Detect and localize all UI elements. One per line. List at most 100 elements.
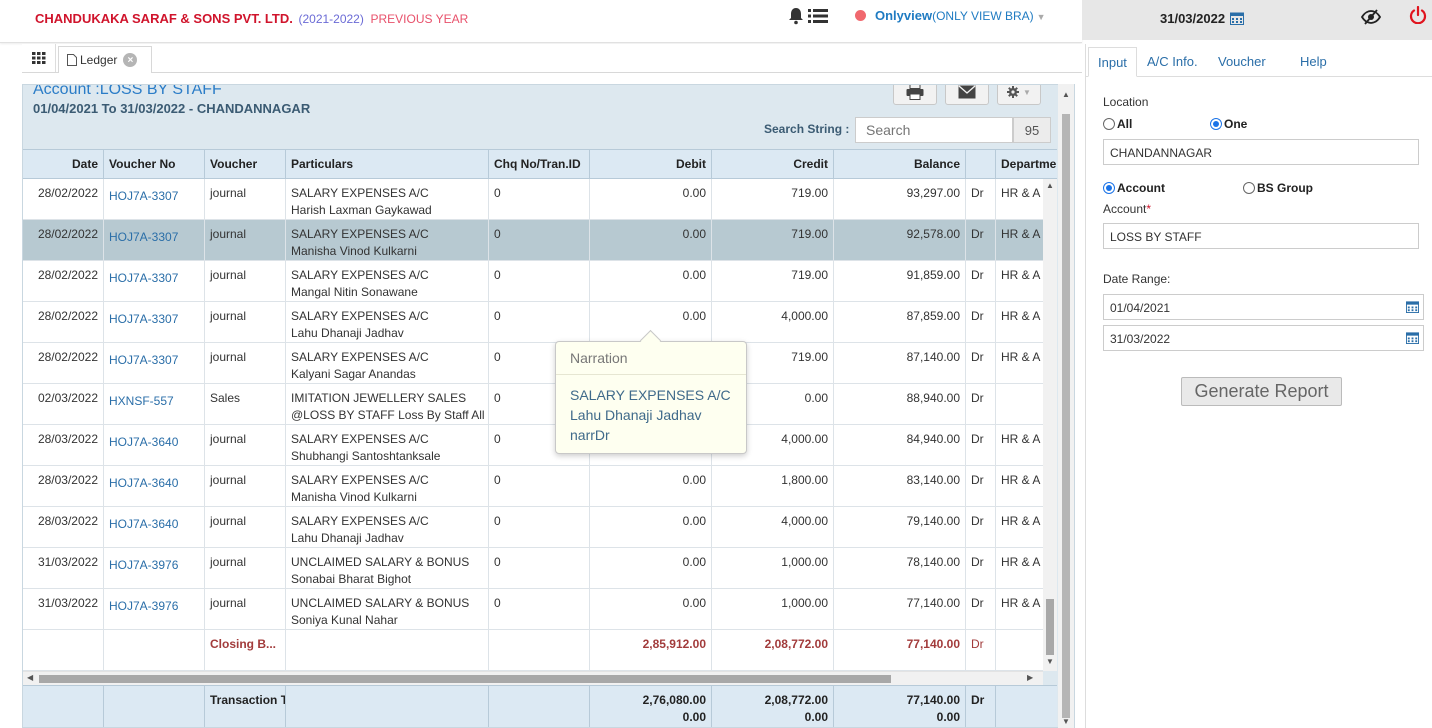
cell-department: HR & A: [996, 425, 1043, 466]
voucher-link[interactable]: HOJ7A-3307: [104, 261, 205, 302]
user-dropdown[interactable]: Onlyview(ONLY VIEW BRA) ▼: [875, 8, 1046, 23]
cell-chq: 0: [489, 302, 590, 343]
particulars-line2: @LOSS BY STAFF Loss By Staff All: [291, 408, 485, 422]
table-row[interactable]: 28/02/2022 HOJ7A-3307 journal SALARY EXPENS…: [23, 179, 1043, 220]
col-voucher[interactable]: Voucher: [205, 150, 286, 179]
search-input[interactable]: [855, 117, 1013, 143]
panel-vertical-scrollbar[interactable]: ▲ ▼: [1058, 84, 1074, 728]
scroll-thumb[interactable]: [1062, 114, 1070, 718]
cell-chq: 0: [489, 548, 590, 589]
cell-balance: 77,140.00: [834, 589, 966, 630]
table-horizontal-scrollbar[interactable]: ◀ ▶: [23, 671, 1043, 685]
cell-voucher-type: journal: [205, 589, 286, 630]
tab-help[interactable]: Help: [1291, 47, 1336, 77]
table-row[interactable]: 28/03/2022 HOJ7A-3640 journal SALARY EXPENS…: [23, 507, 1043, 548]
table-row[interactable]: 28/02/2022 HOJ7A-3307 journal SALARY EXPENS…: [23, 343, 1043, 384]
footer-balance-value2: 0.00: [936, 710, 960, 724]
location-field[interactable]: CHANDANNAGAR: [1103, 139, 1419, 165]
print-button[interactable]: [893, 85, 937, 105]
cell-debit: 0.00: [590, 548, 712, 589]
col-credit[interactable]: Credit: [712, 150, 834, 179]
generate-report-button[interactable]: Generate Report: [1181, 377, 1342, 406]
scroll-down-arrow[interactable]: ▼: [1062, 717, 1070, 726]
cell-balance: 84,940.00: [834, 425, 966, 466]
location-one-radio[interactable]: One: [1210, 117, 1247, 131]
scroll-right-arrow[interactable]: ▶: [1027, 673, 1033, 682]
voucher-link[interactable]: HOJ7A-3640: [104, 466, 205, 507]
footer-empty: [996, 686, 1057, 727]
table-row[interactable]: 31/03/2022 HOJ7A-3976 journal UNCLAIMED SAL…: [23, 548, 1043, 589]
cell-voucher-type: journal: [205, 466, 286, 507]
location-all-radio[interactable]: All: [1103, 117, 1132, 131]
voucher-link[interactable]: HXNSF-557: [104, 384, 205, 425]
cell-department: HR & A: [996, 343, 1043, 384]
list-icon[interactable]: [808, 8, 828, 24]
calendar-icon[interactable]: [1406, 300, 1419, 313]
eye-slash-icon[interactable]: [1361, 9, 1381, 25]
table-row[interactable]: 28/03/2022 HOJ7A-3640 journal SALARY EXPENS…: [23, 425, 1043, 466]
voucher-link[interactable]: HOJ7A-3976: [104, 548, 205, 589]
table-row[interactable]: 28/02/2022 HOJ7A-3307 journal SALARY EXPENS…: [23, 261, 1043, 302]
cell-credit: 1,000.00: [712, 548, 834, 589]
calendar-icon[interactable]: [1230, 11, 1244, 25]
table-row[interactable]: 31/03/2022 HOJ7A-3976 journal UNCLAIMED SAL…: [23, 589, 1043, 630]
scroll-left-arrow[interactable]: ◀: [27, 673, 33, 682]
account-title: Account :LOSS BY STAFF: [33, 84, 222, 98]
scroll-thumb[interactable]: [1046, 599, 1054, 655]
col-debit[interactable]: Debit: [590, 150, 712, 179]
voucher-link[interactable]: HOJ7A-3307: [104, 302, 205, 343]
radio-circle: [1103, 182, 1115, 194]
cell-department: HR & A: [996, 507, 1043, 548]
account-radio[interactable]: Account: [1103, 181, 1165, 195]
bell-icon[interactable]: [787, 7, 805, 25]
closing-cell-department: [996, 630, 1043, 671]
footer-credit: 2,08,772.00 0.00: [712, 686, 834, 727]
account-field[interactable]: LOSS BY STAFF: [1103, 223, 1419, 249]
email-button[interactable]: [945, 85, 989, 105]
voucher-link[interactable]: HOJ7A-3640: [104, 507, 205, 548]
col-voucher-no[interactable]: Voucher No: [104, 150, 205, 179]
tab-input[interactable]: Input: [1088, 47, 1137, 77]
settings-dropdown-button[interactable]: ▼: [997, 85, 1041, 105]
calendar-icon[interactable]: [1406, 331, 1419, 344]
table-row[interactable]: 28/02/2022 HOJ7A-3307 journal SALARY EXPENS…: [23, 220, 1043, 261]
table-vertical-scrollbar[interactable]: ▲ ▼: [1043, 179, 1057, 671]
table-row[interactable]: 28/02/2022 HOJ7A-3307 journal SALARY EXPENS…: [23, 302, 1043, 343]
cell-drcr: Dr: [966, 548, 996, 589]
hscroll-thumb[interactable]: [39, 675, 891, 683]
date-from-field[interactable]: 01/04/2021: [1103, 294, 1424, 320]
col-date[interactable]: Date: [23, 150, 104, 179]
voucher-link[interactable]: HOJ7A-3976: [104, 589, 205, 630]
table-row[interactable]: 28/03/2022 HOJ7A-3640 journal SALARY EXPENS…: [23, 466, 1043, 507]
voucher-link[interactable]: HOJ7A-3640: [104, 425, 205, 466]
voucher-link[interactable]: HOJ7A-3307: [104, 179, 205, 220]
tab-ledger[interactable]: Ledger ×: [58, 46, 152, 73]
col-balance[interactable]: Balance: [834, 150, 966, 179]
cell-particulars: SALARY EXPENSES A/C Manisha Vinod Kulkarn…: [286, 220, 489, 261]
close-icon[interactable]: ×: [123, 53, 138, 67]
tab-voucher[interactable]: Voucher: [1209, 47, 1275, 77]
voucher-link[interactable]: HOJ7A-3307: [104, 220, 205, 261]
apps-grid-button[interactable]: [22, 44, 56, 72]
cell-voucher-type: journal: [205, 425, 286, 466]
col-drcr[interactable]: [966, 150, 996, 179]
tab-ac-info[interactable]: A/C Info.: [1138, 47, 1207, 77]
cell-credit: 4,000.00: [712, 302, 834, 343]
scroll-up-arrow[interactable]: ▲: [1046, 181, 1054, 190]
printer-icon: [906, 85, 924, 100]
voucher-link[interactable]: HOJ7A-3307: [104, 343, 205, 384]
particulars-line2: Mangal Nitin Sonawane: [291, 285, 418, 299]
scroll-up-arrow[interactable]: ▲: [1062, 90, 1070, 99]
scroll-down-arrow[interactable]: ▼: [1046, 657, 1054, 666]
date-to-field[interactable]: 31/03/2022: [1103, 325, 1424, 351]
bs-group-radio[interactable]: BS Group: [1243, 181, 1313, 195]
table-row[interactable]: 02/03/2022 HXNSF-557 Sales IMITATION JEWELL…: [23, 384, 1043, 425]
closing-voucher-link: [104, 630, 205, 671]
col-particulars[interactable]: Particulars: [286, 150, 489, 179]
col-chq-no[interactable]: Chq No/Tran.ID: [489, 150, 590, 179]
footer-balance: 77,140.00 0.00: [834, 686, 966, 727]
document-icon: [67, 54, 77, 66]
closing-cell-debit: 2,85,912.00: [590, 630, 712, 671]
col-department[interactable]: Departme: [996, 150, 1057, 179]
power-icon[interactable]: [1409, 6, 1427, 24]
